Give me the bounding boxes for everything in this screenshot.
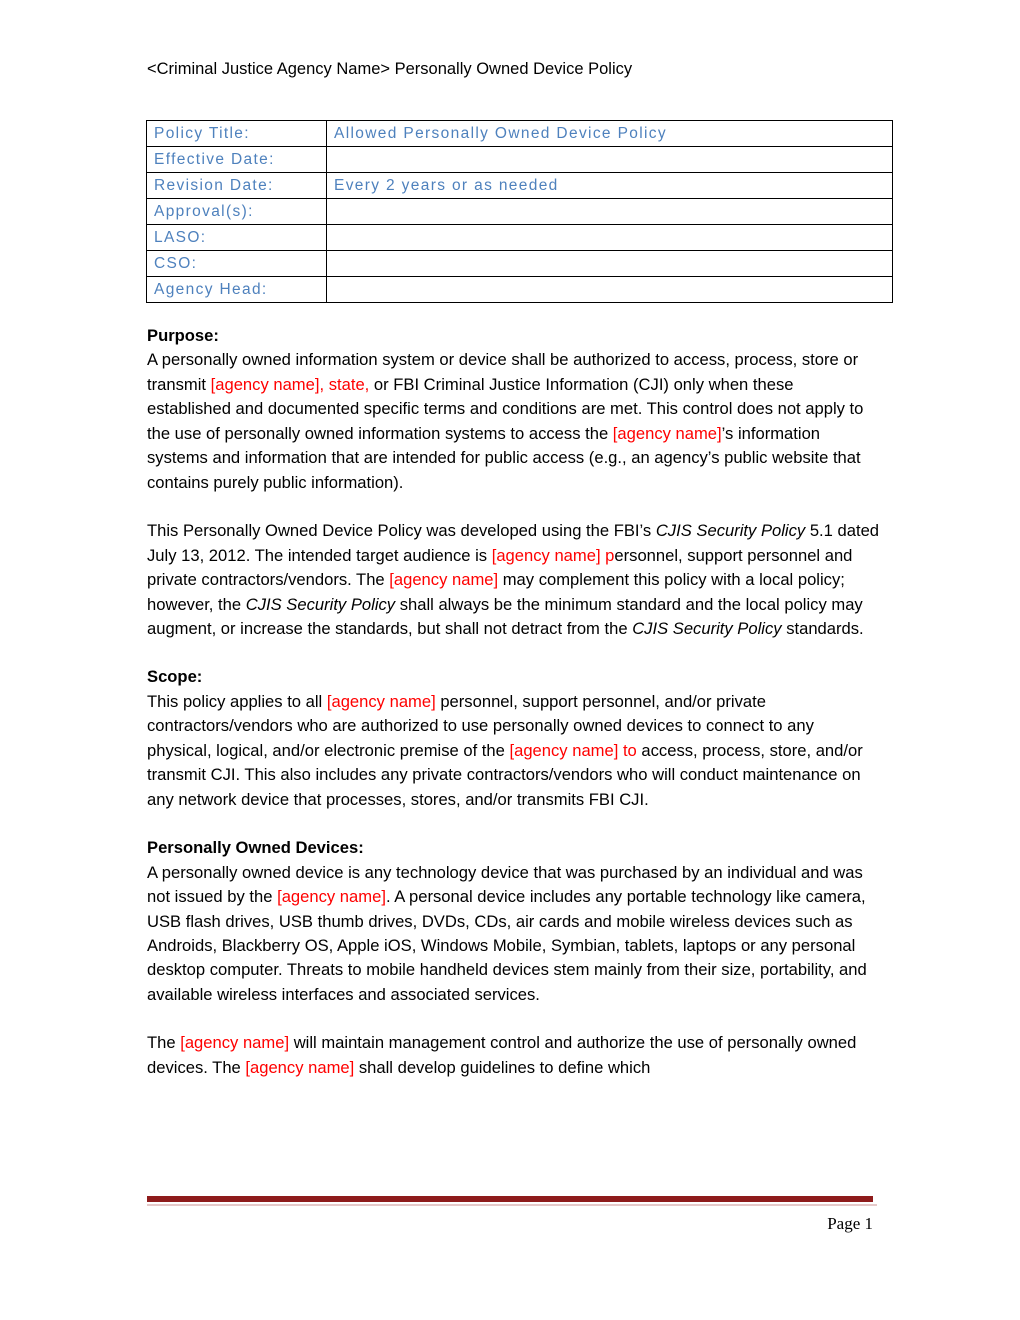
policy-info-table: Policy Title: Allowed Personally Owned D…	[146, 120, 893, 303]
paragraph-purpose-1: A personally owned information system or…	[147, 348, 880, 495]
section-devices-management-control: The [agency name] will maintain manageme…	[147, 1031, 880, 1080]
table-cell-value-policy-title[interactable]: Allowed Personally Owned Device Policy	[326, 120, 893, 147]
placeholder-agency-name: [agency name]	[612, 423, 722, 443]
italic-cjis-security-policy: CJIS Security Policy	[655, 521, 806, 541]
footer-page-number: Page 1	[827, 1214, 873, 1233]
table-row: Revision Date: Every 2 years or as neede…	[146, 172, 893, 199]
section-personally-owned-devices: Personally Owned Devices: A personally o…	[147, 836, 880, 1007]
table-row: CSO:	[146, 250, 893, 277]
section-heading-personally-owned-devices: Personally Owned Devices:	[147, 838, 364, 858]
table-cell-value-agency-head[interactable]	[326, 276, 893, 303]
document-running-header: <Criminal Justice Agency Name> Personall…	[147, 60, 633, 78]
table-row: Agency Head:	[146, 276, 893, 303]
policy-info-table-body: Policy Title: Allowed Personally Owned D…	[146, 120, 893, 303]
italic-cjis-security-policy: CJIS Security Policy	[245, 594, 396, 614]
section-purpose: Purpose: A personally owned information …	[147, 324, 880, 495]
section-heading-purpose: Purpose:	[147, 326, 219, 345]
placeholder-agency-name: [agency name]	[277, 887, 386, 907]
paragraph-scope-1: This policy applies to all [agency name]…	[147, 690, 880, 812]
table-row: LASO:	[146, 224, 893, 251]
text-run: The	[147, 1033, 181, 1053]
section-scope: Scope: This policy applies to all [agenc…	[147, 665, 880, 812]
table-cell-label-cso: CSO:	[146, 250, 327, 277]
document-body: Purpose: A personally owned information …	[147, 324, 880, 1080]
table-cell-value-effective-date[interactable]	[326, 146, 893, 173]
table-row: Policy Title: Allowed Personally Owned D…	[146, 120, 893, 147]
paragraph-devices-2: The [agency name] will maintain manageme…	[147, 1031, 880, 1080]
table-cell-label-policy-title: Policy Title:	[146, 120, 327, 147]
table-cell-value-cso[interactable]	[326, 250, 893, 277]
placeholder-agency-name: [agency name]	[326, 691, 436, 711]
section-purpose-development: This Personally Owned Device Policy was …	[147, 519, 880, 641]
footer-divider-rule-thin	[147, 1204, 877, 1206]
placeholder-agency-name: [agency name]	[389, 570, 499, 590]
table-cell-label-effective-date: Effective Date:	[146, 146, 327, 173]
table-cell-label-agency-head: Agency Head:	[146, 276, 327, 303]
placeholder-agency-name: [agency name] p	[491, 545, 615, 565]
placeholder-agency-name: [agency name]	[245, 1057, 355, 1077]
table-cell-label-revision-date: Revision Date:	[146, 172, 327, 199]
table-cell-value-approvals[interactable]	[326, 198, 893, 225]
table-cell-value-revision-date[interactable]: Every 2 years or as needed	[326, 172, 893, 199]
text-run: standards.	[781, 618, 864, 638]
table-cell-value-laso[interactable]	[326, 224, 893, 251]
section-heading-scope: Scope:	[147, 667, 203, 687]
italic-cjis-security-policy: CJIS Security Policy	[632, 618, 782, 638]
table-cell-label-laso: LASO:	[146, 224, 327, 251]
paragraph-purpose-2: This Personally Owned Device Policy was …	[147, 519, 880, 641]
text-run: This policy applies to all	[147, 691, 327, 711]
footer-divider-rule	[147, 1196, 873, 1202]
placeholder-agency-name: [agency name] to	[509, 740, 637, 760]
table-cell-label-approvals: Approval(s):	[146, 198, 327, 225]
paragraph-devices-1: A personally owned device is any technol…	[147, 861, 880, 1008]
text-run: shall develop guidelines to define which	[354, 1057, 651, 1077]
document-page: <Criminal Justice Agency Name> Personall…	[0, 0, 1020, 1320]
text-run: This Personally Owned Device Policy was …	[147, 521, 656, 541]
table-row: Effective Date:	[146, 146, 893, 173]
table-row: Approval(s):	[146, 198, 893, 225]
placeholder-agency-name: [agency name], state,	[210, 374, 370, 394]
placeholder-agency-name: [agency name]	[180, 1033, 290, 1053]
